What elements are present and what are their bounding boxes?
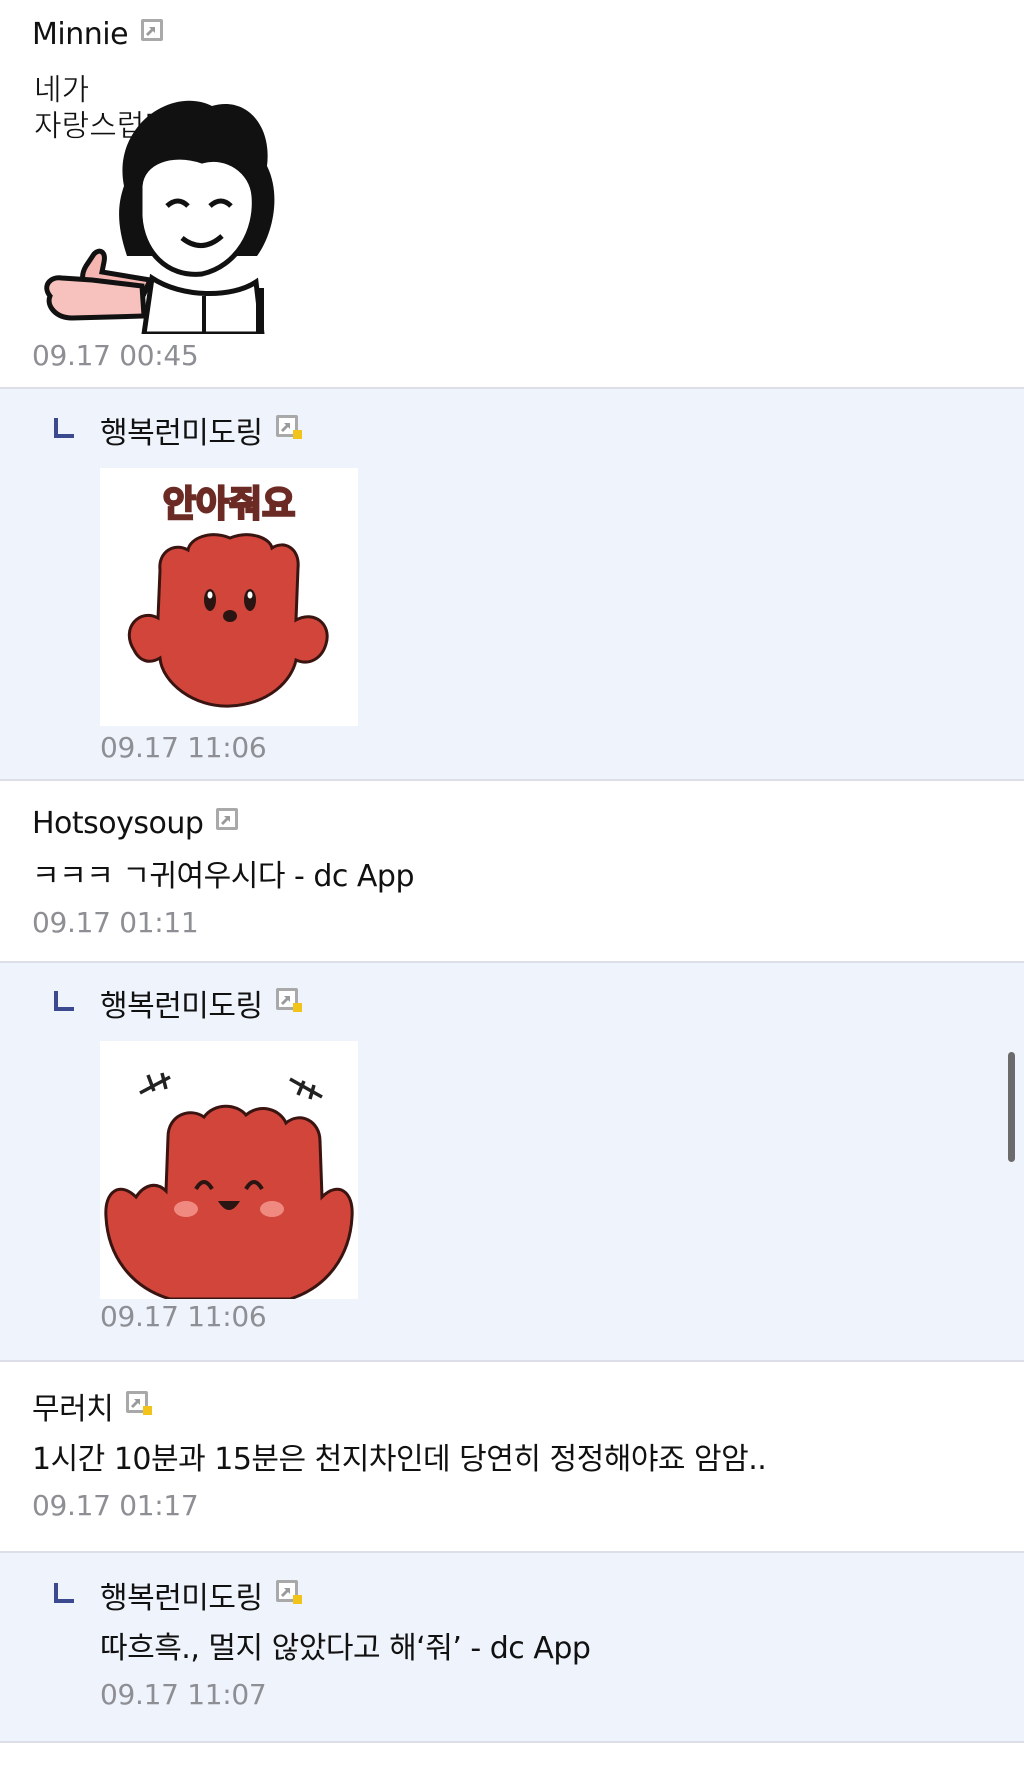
pixel-grandma-thumbs-sticker[interactable]: 네가 자랑스럽단다 <box>32 66 292 334</box>
reply-item: 행복런미도링 따흐흑., 멀지 않았다고 해‘줘’ - dc App 09.17… <box>0 1553 1024 1743</box>
reply-arrow-icon <box>54 418 74 438</box>
gallery-icon <box>140 18 164 42</box>
gallery-icon <box>275 987 302 1012</box>
comment-list: Minnie 네가 자랑스럽단다 09.17 00:45 행복런미도링 안아줘요… <box>0 0 1024 1765</box>
reply-timestamp: 09.17 11:07 <box>100 1678 267 1711</box>
reply-meta: 행복런미도링 <box>100 408 1024 452</box>
reply-item: 행복런미도링 09.17 11:06 <box>0 963 1024 1362</box>
nickname[interactable]: 행복런미도링 <box>100 1573 263 1617</box>
nickname[interactable]: 무러치 <box>32 1384 114 1428</box>
comment-text: 1시간 10분과 15분은 천지차인데 당연히 정정해야죠 암암.. <box>32 1442 767 1477</box>
reply-text: 따흐흑., 멀지 않았다고 해‘줘’ - dc App <box>100 1631 591 1666</box>
nickname[interactable]: Minnie <box>32 17 129 52</box>
nickname[interactable]: 행복런미도링 <box>100 981 263 1025</box>
comment-item-partial <box>0 1743 1024 1765</box>
sticker-caption: 안아줘요 <box>163 484 295 525</box>
red-glove-hug-sticker[interactable]: 안아줘요 <box>100 468 358 726</box>
reply-timestamp: 09.17 11:06 <box>100 1300 267 1333</box>
nickname[interactable]: 행복런미도링 <box>100 408 263 452</box>
scrollbar-thumb[interactable] <box>1008 1052 1015 1162</box>
reply-meta: 행복런미도링 <box>100 1573 1024 1617</box>
reply-meta: 행복런미도링 <box>100 981 1024 1025</box>
gallery-icon <box>275 1579 302 1604</box>
sticker-caption-line1: 네가 <box>34 73 89 108</box>
comment-meta: Hotsoysoup <box>32 803 1024 843</box>
gallery-icon <box>275 414 302 439</box>
comment-timestamp: 09.17 00:45 <box>32 339 199 372</box>
comment-text: ㅋㅋㅋ ㄱ귀여우시다 - dc App <box>32 859 415 894</box>
comment-meta: 무러치 <box>32 1384 1024 1428</box>
comment-item: 무러치 1시간 10분과 15분은 천지차인데 당연히 정정해야죠 암암.. 0… <box>0 1362 1024 1553</box>
reply-arrow-icon <box>54 991 74 1011</box>
comment-timestamp: 09.17 01:17 <box>32 1489 199 1522</box>
reply-arrow-icon <box>54 1583 74 1603</box>
reply-item: 행복런미도링 안아줘요 09.17 11:06 <box>0 389 1024 781</box>
comment-meta: Minnie <box>32 14 1024 54</box>
gallery-icon <box>215 807 239 831</box>
reply-timestamp: 09.17 11:06 <box>100 731 267 764</box>
comment-item: Minnie 네가 자랑스럽단다 09.17 00:45 <box>0 0 1024 389</box>
gallery-icon <box>125 1390 153 1415</box>
red-glove-laughing-sticker[interactable] <box>100 1041 358 1299</box>
comment-timestamp: 09.17 01:11 <box>32 906 199 939</box>
comment-item: Hotsoysoup ㅋㅋㅋ ㄱ귀여우시다 - dc App 09.17 01:… <box>0 781 1024 963</box>
nickname[interactable]: Hotsoysoup <box>32 806 204 841</box>
